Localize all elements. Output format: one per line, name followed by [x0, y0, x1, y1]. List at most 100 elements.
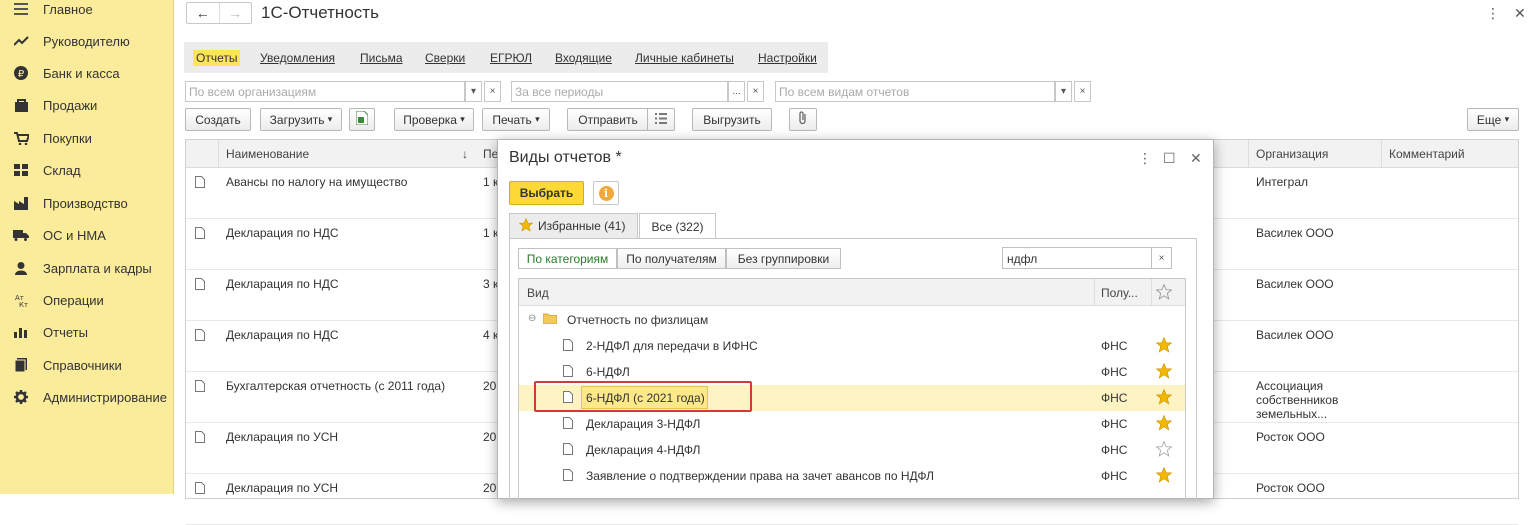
- search-input[interactable]: ндфл: [1002, 247, 1152, 269]
- list-item[interactable]: Декларация 4-НДФЛ ФНС: [519, 437, 1185, 463]
- list-item[interactable]: 2-НДФЛ для передачи в ИФНС ФНС: [519, 333, 1185, 359]
- sidebar-item-label: Продажи: [43, 97, 98, 113]
- sidebar-item-salary[interactable]: Зарплата и кадры: [0, 256, 174, 280]
- print-button[interactable]: Печать ▾: [482, 108, 550, 131]
- favorite-star-icon[interactable]: [1155, 362, 1173, 382]
- list-item[interactable]: Заявление о подтверждении права на зачет…: [519, 463, 1185, 489]
- more-icon[interactable]: ⋮: [1138, 150, 1152, 167]
- maximize-icon[interactable]: ☐: [1163, 150, 1176, 167]
- unload-button[interactable]: Выгрузить: [692, 108, 772, 131]
- back-button[interactable]: ←: [187, 3, 219, 23]
- tab-notifications[interactable]: Уведомления: [260, 51, 335, 65]
- no-grouping-button[interactable]: Без группировки: [726, 248, 841, 269]
- row-period: 1 к: [483, 175, 499, 189]
- report-kinds-dialog: Виды отчетов * ⋮ ☐ ✕ Выбрать i Избранные…: [497, 139, 1214, 501]
- sidebar-item-operations[interactable]: Ат Кт Операции: [0, 288, 174, 312]
- sidebar-item-label: Склад: [43, 162, 81, 178]
- list-icon: [655, 112, 667, 127]
- item-receiver: ФНС: [1101, 469, 1128, 483]
- sidebar-item-assets[interactable]: ОС и НМА: [0, 223, 174, 247]
- tab-reports[interactable]: Отчеты: [193, 50, 241, 66]
- tab-egrul[interactable]: ЕГРЮЛ: [490, 51, 532, 65]
- group-by-category-button[interactable]: По категориям: [518, 248, 617, 269]
- favorite-star-icon[interactable]: [1155, 414, 1173, 434]
- search-clear-button[interactable]: ×: [1152, 247, 1172, 269]
- tab-cabinets[interactable]: Личные кабинеты: [635, 51, 734, 65]
- sidebar-item-sales[interactable]: Продажи: [0, 93, 174, 117]
- org-clear-button[interactable]: ×: [484, 81, 501, 102]
- tab-incoming[interactable]: Входящие: [555, 51, 612, 65]
- row-name: Декларация по НДС: [226, 226, 339, 240]
- period-clear-button[interactable]: ×: [747, 81, 764, 102]
- sidebar-item-admin[interactable]: Администрирование: [0, 385, 174, 409]
- sidebar-item-reports[interactable]: Отчеты: [0, 320, 174, 344]
- list-item-selected[interactable]: 6-НДФЛ (с 2021 года) ФНС: [519, 385, 1185, 411]
- group-by-receiver-button[interactable]: По получателям: [617, 248, 726, 269]
- sidebar-item-warehouse[interactable]: Склад: [0, 158, 174, 182]
- document-icon: [195, 380, 205, 395]
- favorite-star-icon[interactable]: [1155, 466, 1173, 486]
- period-select-button[interactable]: ...: [728, 81, 745, 102]
- row-name: Декларация по УСН: [226, 481, 339, 495]
- load-label: Загрузить: [269, 112, 325, 127]
- more-actions-button[interactable]: Еще ▾: [1467, 108, 1519, 131]
- folder-icon: [542, 313, 558, 327]
- column-organization[interactable]: Организация: [1256, 147, 1328, 161]
- page-title: 1С-Отчетность: [261, 3, 379, 22]
- sidebar-item-label: Операции: [43, 292, 104, 308]
- column-comment[interactable]: Комментарий: [1389, 147, 1465, 161]
- tab-all[interactable]: Все (322): [639, 213, 716, 239]
- sidebar-item-bank[interactable]: ₽ Банк и касса: [0, 61, 174, 85]
- list-item[interactable]: 6-НДФЛ ФНС: [519, 359, 1185, 385]
- column-receiver[interactable]: Полу...: [1101, 286, 1138, 300]
- period-filter[interactable]: За все периоды: [511, 81, 728, 102]
- tab-favorites-label: Избранные (41): [538, 219, 626, 233]
- close-icon[interactable]: ✕: [1190, 150, 1202, 167]
- sidebar-item-directories[interactable]: Справочники: [0, 353, 174, 377]
- excel-load-button[interactable]: [349, 108, 375, 131]
- history-nav: ← →: [186, 2, 252, 24]
- check-button[interactable]: Проверка ▾: [394, 108, 474, 131]
- kind-dropdown-button[interactable]: ▾: [1055, 81, 1072, 102]
- sidebar-item-purchases[interactable]: Покупки: [0, 126, 174, 150]
- kind-clear-button[interactable]: ×: [1074, 81, 1091, 102]
- tab-settings[interactable]: Настройки: [758, 51, 817, 65]
- favorite-star-icon[interactable]: [1155, 336, 1173, 356]
- tab-favorites[interactable]: Избранные (41): [509, 213, 638, 238]
- sidebar-item-main[interactable]: Главное: [0, 0, 174, 21]
- item-name: 6-НДФЛ (с 2021 года): [586, 391, 705, 405]
- sidebar-item-label: Администрирование: [43, 389, 167, 405]
- choose-button[interactable]: Выбрать: [509, 181, 584, 205]
- send-list-button[interactable]: [647, 108, 675, 131]
- tab-reconciliations[interactable]: Сверки: [425, 51, 465, 65]
- list-item[interactable]: Декларация 3-НДФЛ ФНС: [519, 411, 1185, 437]
- close-icon[interactable]: ✕: [1514, 5, 1526, 22]
- list-group-folder[interactable]: ⊖ Отчетность по физлицам: [519, 307, 1185, 333]
- chevron-down-icon: ▾: [535, 114, 540, 124]
- organization-filter[interactable]: По всем организациям: [185, 81, 465, 102]
- favorite-star-icon[interactable]: [1155, 388, 1173, 408]
- chevron-down-icon: ▾: [460, 114, 465, 124]
- collapse-icon[interactable]: ⊖: [528, 313, 536, 324]
- info-button[interactable]: i: [593, 181, 619, 205]
- load-button[interactable]: Загрузить ▾: [260, 108, 342, 131]
- document-icon: [195, 329, 205, 344]
- org-dropdown-button[interactable]: ▾: [465, 81, 482, 102]
- forward-button[interactable]: →: [218, 3, 252, 23]
- favorite-column-star-icon[interactable]: [1155, 283, 1173, 303]
- create-button[interactable]: Создать: [185, 108, 251, 131]
- more-icon[interactable]: ⋮: [1486, 5, 1500, 22]
- report-kind-filter[interactable]: По всем видам отчетов: [775, 81, 1055, 102]
- sidebar-item-production[interactable]: Производство: [0, 191, 174, 215]
- favorite-star-outline-icon[interactable]: [1155, 440, 1173, 460]
- document-icon: [563, 443, 573, 458]
- column-name[interactable]: Наименование: [226, 147, 309, 161]
- sidebar-item-manager[interactable]: Руководителю: [0, 29, 174, 53]
- attach-button[interactable]: [789, 108, 817, 131]
- column-kind[interactable]: Вид: [527, 286, 549, 300]
- send-button[interactable]: Отправить: [567, 108, 648, 131]
- row-organization: Ассоциация собственников земельных...: [1256, 379, 1339, 421]
- tab-letters[interactable]: Письма: [360, 51, 403, 65]
- menu-icon: [13, 1, 29, 17]
- operations-icon: Ат Кт: [13, 292, 29, 308]
